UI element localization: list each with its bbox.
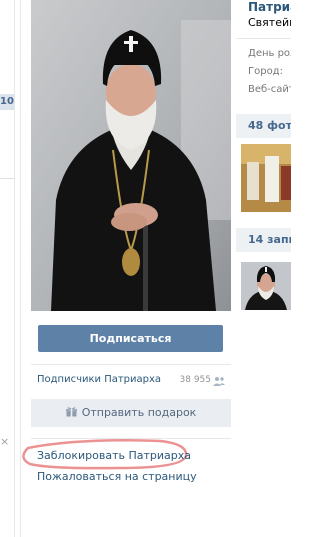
send-gift-button[interactable]: Отправить подарок xyxy=(31,399,231,427)
edge-separator xyxy=(0,178,14,179)
avatar-illustration xyxy=(31,0,231,311)
followers-label[interactable]: Подписчики Патриарха xyxy=(37,374,161,385)
post-thumbnail[interactable] xyxy=(241,262,291,310)
block-link[interactable]: Заблокировать Патриарха xyxy=(37,449,191,462)
edge-divider xyxy=(14,0,15,537)
followers-row[interactable]: Подписчики Патриарха 38 955 xyxy=(37,374,225,390)
left-edge-panel: 10 × xyxy=(0,0,20,537)
info-label-city: Город: xyxy=(248,66,283,77)
counter-badge[interactable]: 10 xyxy=(0,94,14,110)
people-icon xyxy=(213,377,225,386)
photos-header[interactable]: 48 фото xyxy=(236,114,291,138)
right-column: Патриарх Святейший День рож Город: Веб-с… xyxy=(236,0,291,537)
report-page-link[interactable]: Пожаловаться на страницу xyxy=(37,470,197,483)
subscribe-button[interactable]: Подписаться xyxy=(38,325,223,352)
divider xyxy=(236,38,291,39)
post-thumbnail-image xyxy=(241,262,291,310)
gift-icon xyxy=(65,407,77,417)
send-gift-label: Отправить подарок xyxy=(81,406,197,419)
posts-header[interactable]: 14 запи xyxy=(236,228,291,252)
info-label-birthday: День рож xyxy=(248,48,291,59)
followers-count: 38 955 xyxy=(179,375,212,385)
profile-status: Святейший xyxy=(248,16,291,29)
profile-avatar[interactable] xyxy=(31,0,231,311)
divider xyxy=(31,364,231,365)
profile-name[interactable]: Патриарх xyxy=(248,0,291,14)
info-label-website: Веб-сайт xyxy=(248,84,291,95)
photo-thumbnail[interactable] xyxy=(241,144,291,212)
close-icon[interactable]: × xyxy=(0,436,10,448)
